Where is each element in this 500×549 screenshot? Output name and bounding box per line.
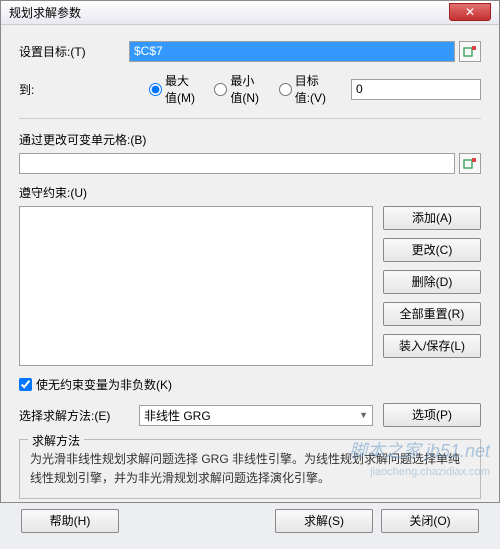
method-select[interactable]: 非线性 GRG ▼ [139, 405, 373, 426]
separator [19, 118, 481, 119]
value-of-input[interactable] [351, 79, 481, 100]
load-save-button[interactable]: 装入/保存(L) [383, 334, 481, 358]
radio-min[interactable]: 最小值(N) [214, 72, 264, 106]
close-dialog-button[interactable]: 关闭(O) [381, 509, 479, 533]
watermark-sub: jiaocheng.chazidiax.com [370, 466, 490, 478]
add-button[interactable]: 添加(A) [383, 206, 481, 230]
radio-max[interactable]: 最大值(M) [149, 72, 200, 106]
reset-all-button[interactable]: 全部重置(R) [383, 302, 481, 326]
nonneg-label: 使无约束变量为非负数(K) [36, 376, 172, 393]
method-selected-value: 非线性 GRG [144, 407, 211, 424]
options-button[interactable]: 选项(P) [383, 403, 481, 427]
by-changing-label: 通过更改可变单元格:(B) [19, 131, 481, 148]
select-method-label: 选择求解方法:(E) [19, 407, 129, 424]
delete-button[interactable]: 删除(D) [383, 270, 481, 294]
constraints-listbox[interactable] [19, 206, 373, 366]
constraints-buttons: 添加(A) 更改(C) 删除(D) 全部重置(R) 装入/保存(L) [383, 206, 481, 366]
range-picker-button-2[interactable] [459, 153, 481, 174]
range-picker-icon [463, 45, 477, 59]
dialog-footer: 帮助(H) 求解(S) 关闭(O) [19, 509, 481, 533]
method-fieldset-title: 求解方法 [28, 432, 84, 449]
solve-button[interactable]: 求解(S) [275, 509, 373, 533]
set-objective-label: 设置目标:(T) [19, 43, 129, 60]
to-label: 到: [19, 81, 129, 98]
watermark: 脚本之家 jb51.net [349, 437, 490, 463]
range-picker-icon [463, 157, 477, 171]
changing-cells-input[interactable] [19, 153, 455, 174]
titlebar: 规划求解参数 ✕ [1, 1, 499, 25]
help-button[interactable]: 帮助(H) [21, 509, 119, 533]
close-button[interactable]: ✕ [449, 3, 491, 21]
range-picker-button[interactable] [459, 41, 481, 62]
radio-valueof[interactable]: 目标值:(V) [279, 72, 331, 106]
constraints-label: 遵守约束:(U) [19, 184, 481, 201]
change-button[interactable]: 更改(C) [383, 238, 481, 262]
dialog-title: 规划求解参数 [9, 4, 81, 21]
to-radio-group: 最大值(M) 最小值(N) 目标值:(V) [149, 72, 331, 106]
nonneg-checkbox[interactable] [19, 378, 32, 391]
solver-dialog: 规划求解参数 ✕ 设置目标:(T) $C$7 到: 最大值(M) 最小值(N) … [0, 0, 500, 503]
objective-input[interactable]: $C$7 [129, 41, 455, 62]
chevron-down-icon: ▼ [359, 410, 368, 420]
